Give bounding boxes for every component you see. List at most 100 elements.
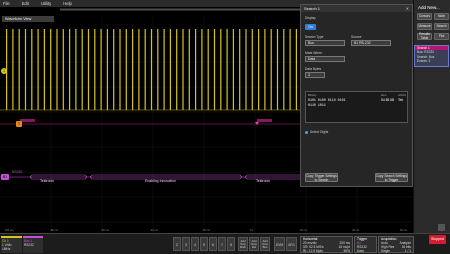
- waveform-pulse: [213, 29, 216, 110]
- search-type-label: Search Type: [305, 35, 324, 39]
- search-type-select[interactable]: Bus: [305, 40, 345, 46]
- ch8-button[interactable]: 8: [227, 237, 235, 251]
- waveform-pulse: [138, 29, 140, 110]
- source-select[interactable]: B1 RS-232: [351, 40, 391, 46]
- display-toggle[interactable]: On: [305, 24, 316, 30]
- svg-text:0 s: 0 s: [250, 228, 254, 232]
- waveform-pulse: [132, 29, 134, 110]
- ch1-marker[interactable]: 1: [1, 68, 7, 74]
- afg-button[interactable]: AFG: [286, 237, 297, 251]
- select-digits-label: Select Digits: [310, 130, 329, 134]
- search-1-badge[interactable]: Search 1 Bus: RS232 Search: Bus Events: …: [414, 45, 449, 67]
- waveform-pulse: [144, 29, 146, 110]
- close-icon[interactable]: ✕: [406, 6, 409, 11]
- ch7-button[interactable]: 7: [218, 237, 226, 251]
- data-bytes-label: Data Bytes: [305, 67, 322, 71]
- hex-value[interactable]: 54 65 6B: [381, 98, 395, 102]
- waveform-pulse: [87, 29, 90, 110]
- ch4-button[interactable]: 4: [191, 237, 199, 251]
- svg-text:60 ms: 60 ms: [400, 228, 408, 232]
- waveform-pulse: [276, 29, 279, 110]
- ch6-button[interactable]: 6: [209, 237, 217, 251]
- search-button[interactable]: Search: [434, 23, 449, 30]
- waveform-pulse: [283, 29, 285, 110]
- svg-text:40 ms: 40 ms: [352, 228, 360, 232]
- time-axis: -100 ms -80 ms -60 ms -40 ms -20 ms 0 s 20 m…: [4, 228, 408, 232]
- record-length: RL: 12.5 Mpts: [303, 248, 323, 253]
- waveform-pulse: [289, 29, 291, 110]
- waveform-pulse: [188, 29, 190, 110]
- waveform-pulse: [94, 29, 96, 110]
- waveform-pulse: [258, 29, 260, 110]
- binary-line-1[interactable]: 0101 0100 0110 0101: [308, 98, 346, 102]
- acq-count: 1 / 1: [404, 248, 411, 253]
- data-bytes-field[interactable]: 3: [305, 72, 325, 78]
- data-value-table: Binary 0101 0100 0110 0101 0110 1011 Hex…: [305, 91, 408, 123]
- add-new-title: Add New...: [418, 5, 440, 10]
- search-list-item: Events: 3: [417, 59, 431, 64]
- ch5-button[interactable]: 5: [200, 237, 208, 251]
- svg-text:-40 ms: -40 ms: [150, 228, 159, 232]
- measure-button[interactable]: Measure: [417, 23, 432, 30]
- menu-edit[interactable]: Edit: [22, 1, 29, 6]
- search-panel-title: Search 1: [301, 5, 412, 12]
- dvm-button[interactable]: DVM: [274, 237, 285, 251]
- waveform-pulse: [12, 29, 14, 110]
- mark-when-label: Mark When: [305, 51, 322, 55]
- acquisition-badge[interactable]: Acquisition Auto, Analyze High Res 16 bits…: [378, 236, 414, 253]
- menu-file[interactable]: File: [3, 1, 10, 6]
- bus-decode-3: Tektronix: [256, 179, 271, 183]
- bus-marker[interactable]: B1: [1, 174, 10, 180]
- trigger-marker[interactable]: T: [16, 121, 23, 127]
- search-mark: [255, 122, 259, 125]
- add-new-ref-button[interactable]: Add New Ref: [249, 237, 259, 251]
- menu-help[interactable]: Help: [63, 1, 72, 6]
- waveform-pulse: [169, 29, 171, 110]
- ascii-value[interactable]: Tek: [398, 98, 403, 102]
- add-new-math-button[interactable]: Add New Math: [238, 237, 248, 251]
- bus-name-label: RS232: [12, 170, 23, 174]
- plot-button[interactable]: Plot: [434, 33, 449, 40]
- waveform-pulse: [81, 29, 83, 110]
- copy-search-to-trigger-button[interactable]: Copy Search Settings to Trigger: [375, 173, 408, 182]
- waveform-pulse: [24, 29, 27, 110]
- copy-trigger-to-search-button[interactable]: Copy Trigger Settings to Search: [305, 173, 338, 182]
- waveform-pulse: [239, 29, 241, 110]
- waveform-pulse: [201, 29, 203, 110]
- waveform-pulse: [50, 29, 52, 110]
- select-digits-radio[interactable]: [305, 131, 308, 134]
- waveform-pulse: [163, 29, 165, 110]
- waveform-pulse: [18, 29, 20, 110]
- waveform-pulse: [157, 29, 159, 110]
- ch2-button[interactable]: 2: [173, 237, 181, 251]
- svg-text:-60 ms: -60 ms: [101, 228, 110, 232]
- waveform-view-title: Waveform View: [2, 16, 54, 22]
- waveform-pulse: [232, 29, 234, 110]
- svg-text:-80 ms: -80 ms: [50, 228, 59, 232]
- hex-label: Hex: [381, 93, 387, 97]
- note-button[interactable]: Note: [434, 13, 449, 20]
- search-mark-bar: [257, 119, 272, 122]
- waveform-pulse: [270, 29, 272, 110]
- waveform-pulse: [113, 29, 115, 110]
- waveform-pulse: [106, 29, 108, 110]
- binary-line-2[interactable]: 0110 1011: [308, 103, 326, 107]
- ch3-button[interactable]: 3: [182, 237, 190, 251]
- trigger-badge[interactable]: Trigger B1 RS232 Data: [354, 236, 377, 253]
- run-stop-button[interactable]: Stopped: [429, 235, 446, 244]
- mark-when-select[interactable]: Data: [305, 56, 345, 62]
- horizontal-badge[interactable]: Horizontal 20 ms/div 200 ms SR: 62.5 MS/s…: [300, 236, 353, 253]
- bus1-badge[interactable]: Bus 1 RS232: [23, 236, 43, 253]
- waveform-pulse: [264, 29, 266, 110]
- results-table-button[interactable]: Results Table: [417, 32, 432, 40]
- cursors-button[interactable]: Cursors: [417, 13, 432, 20]
- search-mark-bar: [20, 119, 35, 122]
- menu-utility[interactable]: Utility: [41, 1, 51, 6]
- waveform-pulse: [251, 29, 253, 110]
- trash-icon[interactable]: [438, 224, 445, 231]
- ch1-badge[interactable]: Ch 1 1 V/div 1MHz: [1, 236, 22, 253]
- bus-decode-1: Tektronix: [40, 179, 55, 183]
- waveform-pulse: [125, 29, 127, 110]
- add-new-bus-button[interactable]: Add New Bus: [260, 237, 270, 251]
- ch1-bandwidth: 1MHz: [2, 247, 11, 251]
